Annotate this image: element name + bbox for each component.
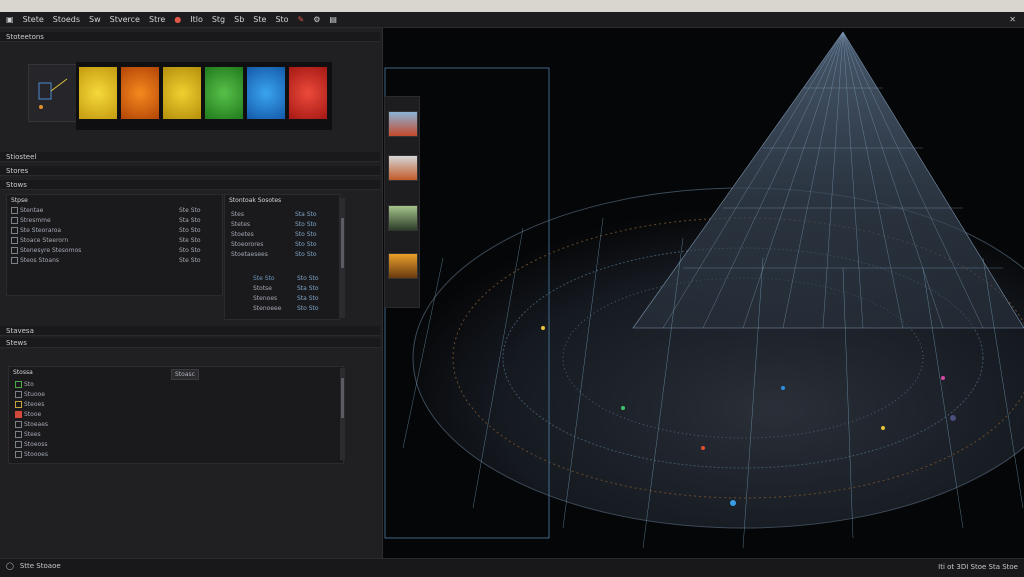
menu-item-9[interactable]: Ste xyxy=(253,15,266,24)
table-header: Stontoak Sosotes xyxy=(229,197,282,204)
table-row[interactable]: Stoetes xyxy=(231,231,254,239)
table-value: Sto Sto xyxy=(295,241,317,248)
table-value: Sto Sto xyxy=(295,251,317,258)
list-title: Stossa xyxy=(13,369,33,376)
section-header-e: Stews xyxy=(0,338,380,348)
circle-icon[interactable]: ◯ xyxy=(6,562,14,570)
table-row[interactable]: Stoeorores xyxy=(231,241,263,249)
table-value: Sta Sto xyxy=(179,217,201,224)
table-row[interactable]: Ste Steoraroa xyxy=(11,227,61,235)
swatch-red[interactable] xyxy=(288,66,328,120)
menu-item-10[interactable]: Sto xyxy=(275,15,288,24)
table-row[interactable]: Stotse xyxy=(253,285,272,293)
menu-item-8[interactable]: Sb xyxy=(234,15,244,24)
scrollbar[interactable] xyxy=(340,198,345,318)
thumbnail[interactable] xyxy=(388,155,418,181)
section-header-d: Stavesa xyxy=(0,326,380,336)
menu-item-1[interactable]: Stete xyxy=(23,15,44,24)
table-value: Sto Sto xyxy=(297,305,319,312)
table-row[interactable]: Stetes xyxy=(231,221,250,229)
property-table-left: Stpse Stentae Stresmme Ste Steoraroa Sto… xyxy=(6,194,223,296)
table-value: Sto Sto xyxy=(179,247,201,254)
swatch-orange[interactable] xyxy=(120,66,160,120)
thumbnail-strip xyxy=(384,96,420,308)
table-value: Sta Sto xyxy=(297,285,319,292)
table-value: Sto Sto xyxy=(295,231,317,238)
gear-icon[interactable]: ⚙ xyxy=(313,15,320,24)
file-icon[interactable]: ▣ xyxy=(6,15,14,24)
menu-item-5[interactable]: Stre xyxy=(149,15,165,24)
table-value: Sto Sto xyxy=(297,275,319,282)
list-panel: Stossa Stoasc Sto Stuooe Steoes Stooe St… xyxy=(8,366,344,464)
swatch-blue[interactable] xyxy=(246,66,286,120)
list-item[interactable]: Stuooe xyxy=(15,391,45,399)
table-row[interactable]: Stenesyre Stesomos xyxy=(11,247,81,255)
menu-item-4[interactable]: Stverce xyxy=(110,15,140,24)
property-table-right: Stontoak Sosotes Stes Stetes Stoetes Sto… xyxy=(224,194,340,320)
table-value: Ste Sto xyxy=(179,207,201,214)
list-item[interactable]: Stees xyxy=(15,431,41,439)
scrollbar[interactable] xyxy=(340,368,345,460)
table-row[interactable]: Stenoeee xyxy=(253,305,281,313)
left-panel: Stoteetons Stiosteel Stores Stows Stpse … xyxy=(0,28,383,576)
3d-mesh-render[interactable] xyxy=(383,28,1024,558)
status-left: ◯ Stte Stoaoe xyxy=(0,562,61,570)
swatch-green[interactable] xyxy=(204,66,244,120)
section-header-a: Stiosteel xyxy=(0,152,380,162)
table-row[interactable]: Steos Stoans xyxy=(11,257,59,265)
swatch-gold[interactable] xyxy=(162,66,202,120)
table-value: Ste Sto xyxy=(179,237,201,244)
list-item[interactable]: Stoeaes xyxy=(15,421,48,429)
menu-item-3[interactable]: Sw xyxy=(89,15,101,24)
table-row[interactable]: Stoetaesees xyxy=(231,251,268,259)
status-left-text: Stte Stoaoe xyxy=(19,562,61,570)
table-row[interactable]: Stentae xyxy=(11,207,43,215)
table-row[interactable]: Stes xyxy=(231,211,244,219)
table-header: Stpse xyxy=(11,197,28,204)
list-item[interactable]: Stoeoss xyxy=(15,441,47,449)
swatch-yellow[interactable] xyxy=(78,66,118,120)
list-item[interactable]: Stooe xyxy=(15,411,41,419)
status-bar: ◯ Stte Stoaoe Iti ot 3DI Stoe Sta Stoe xyxy=(0,558,1024,577)
table-value: Sta Sto xyxy=(295,211,317,218)
table-row[interactable]: Ste Sto xyxy=(253,275,275,283)
color-preview xyxy=(28,64,78,122)
table-value: Sto Sto xyxy=(179,227,201,234)
menu-item-2[interactable]: Stoeds xyxy=(53,15,80,24)
table-value: Sto Sto xyxy=(295,221,317,228)
status-right-text: Iti ot 3DI Stoe Sta Stoe xyxy=(938,563,1018,571)
list-item[interactable]: Stoooes xyxy=(15,451,48,459)
thumbnail[interactable] xyxy=(388,205,418,231)
list-item[interactable]: Sto xyxy=(15,381,34,389)
list-item[interactable]: Steoes xyxy=(15,401,44,409)
menu-toolbar: ▣ Stete Stoeds Sw Stverce Stre ● Itlo St… xyxy=(0,12,1024,28)
close-icon[interactable]: ✕ xyxy=(1009,15,1016,24)
panel-header-top: Stoteetons xyxy=(0,32,380,42)
thumbnail[interactable] xyxy=(388,253,418,279)
table-row[interactable]: Stenoes xyxy=(253,295,277,303)
preview-graph-icon xyxy=(38,78,68,109)
thumbnail[interactable] xyxy=(388,111,418,137)
menu-item-7[interactable]: Stg xyxy=(212,15,225,24)
layers-icon[interactable]: ▤ xyxy=(329,15,337,24)
table-row[interactable]: Stoace Steerorn xyxy=(11,237,68,245)
table-value: Sta Sto xyxy=(297,295,319,302)
3d-viewport[interactable] xyxy=(383,28,1024,558)
menu-item-6[interactable]: Itlo xyxy=(190,15,203,24)
table-value: Ste Sto xyxy=(179,257,201,264)
section-header-b: Stores xyxy=(0,166,380,176)
title-bar xyxy=(0,0,1024,12)
record-icon[interactable]: ● xyxy=(174,15,181,24)
table-row[interactable]: Stresmme xyxy=(11,217,51,225)
section-header-c: Stows xyxy=(0,180,380,190)
brush-icon[interactable]: ✎ xyxy=(298,15,305,24)
tab-button[interactable]: Stoasc xyxy=(171,369,199,380)
